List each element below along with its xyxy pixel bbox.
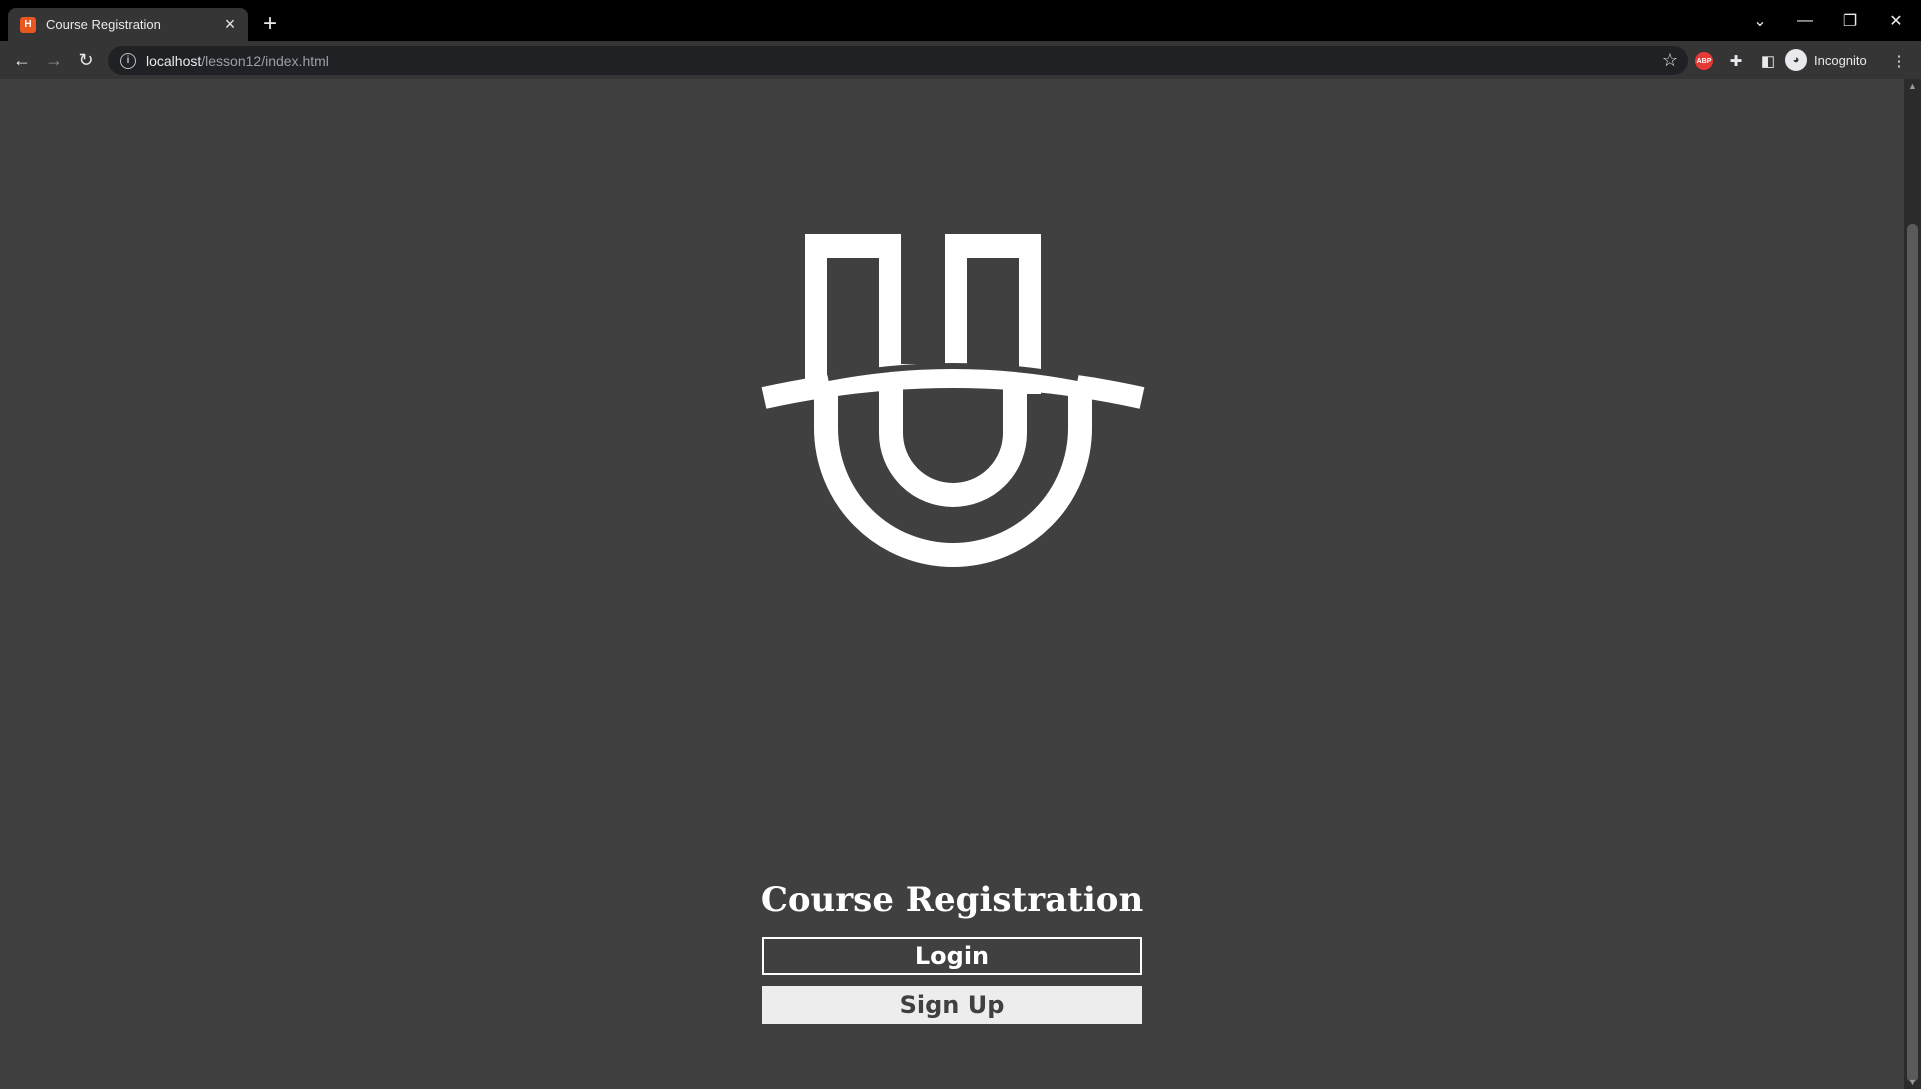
scroll-down-arrow-icon[interactable]: ▼: [1904, 1075, 1921, 1089]
favicon-icon: H: [20, 16, 36, 33]
university-logo-icon: [761, 234, 1145, 567]
incognito-profile-button[interactable]: ◕ Incognito: [1785, 48, 1867, 72]
forward-button[interactable]: →: [40, 46, 68, 74]
browser-menu-icon[interactable]: ⋮: [1888, 50, 1910, 72]
browser-toolbar: ← → ↻ i localhost/lesson12/index.html ☆ …: [0, 41, 1921, 79]
url-text: localhost/lesson12/index.html: [146, 53, 329, 69]
page-scrollbar[interactable]: ▲ ▼: [1904, 79, 1921, 1089]
tab-close-icon[interactable]: ×: [220, 14, 240, 35]
scrollbar-thumb[interactable]: [1907, 224, 1918, 1082]
url-path: /lesson12/index.html: [201, 52, 329, 69]
scroll-up-arrow-icon[interactable]: ▲: [1904, 79, 1921, 93]
incognito-icon: ◕: [1785, 49, 1807, 71]
url-host: localhost: [146, 52, 202, 69]
extensions-puzzle-icon[interactable]: ✚: [1725, 50, 1747, 72]
restore-button[interactable]: ❐: [1830, 8, 1870, 34]
adblock-extension-icon[interactable]: ABP: [1693, 50, 1715, 72]
tab-strip: H Course Registration × + ⌄ — ❐ ✕: [0, 0, 1921, 41]
reload-button[interactable]: ↻: [72, 46, 100, 74]
minimize-button[interactable]: —: [1785, 8, 1825, 34]
incognito-label: Incognito: [1814, 52, 1867, 68]
site-info-icon[interactable]: i: [120, 52, 136, 69]
bookmark-star-icon[interactable]: ☆: [1662, 50, 1678, 71]
login-button[interactable]: Login: [762, 937, 1142, 975]
address-bar[interactable]: i localhost/lesson12/index.html ☆: [108, 46, 1688, 75]
tab-course-registration[interactable]: H Course Registration ×: [8, 8, 248, 41]
tab-title: Course Registration: [46, 17, 161, 32]
signup-button[interactable]: Sign Up: [762, 986, 1142, 1024]
close-window-button[interactable]: ✕: [1876, 8, 1916, 34]
page-title: Course Registration: [760, 880, 1144, 920]
tab-search-icon[interactable]: ⌄: [1740, 8, 1780, 34]
side-panel-icon[interactable]: ◧: [1757, 50, 1779, 72]
back-button[interactable]: ←: [8, 46, 36, 74]
new-tab-button[interactable]: +: [258, 10, 282, 37]
